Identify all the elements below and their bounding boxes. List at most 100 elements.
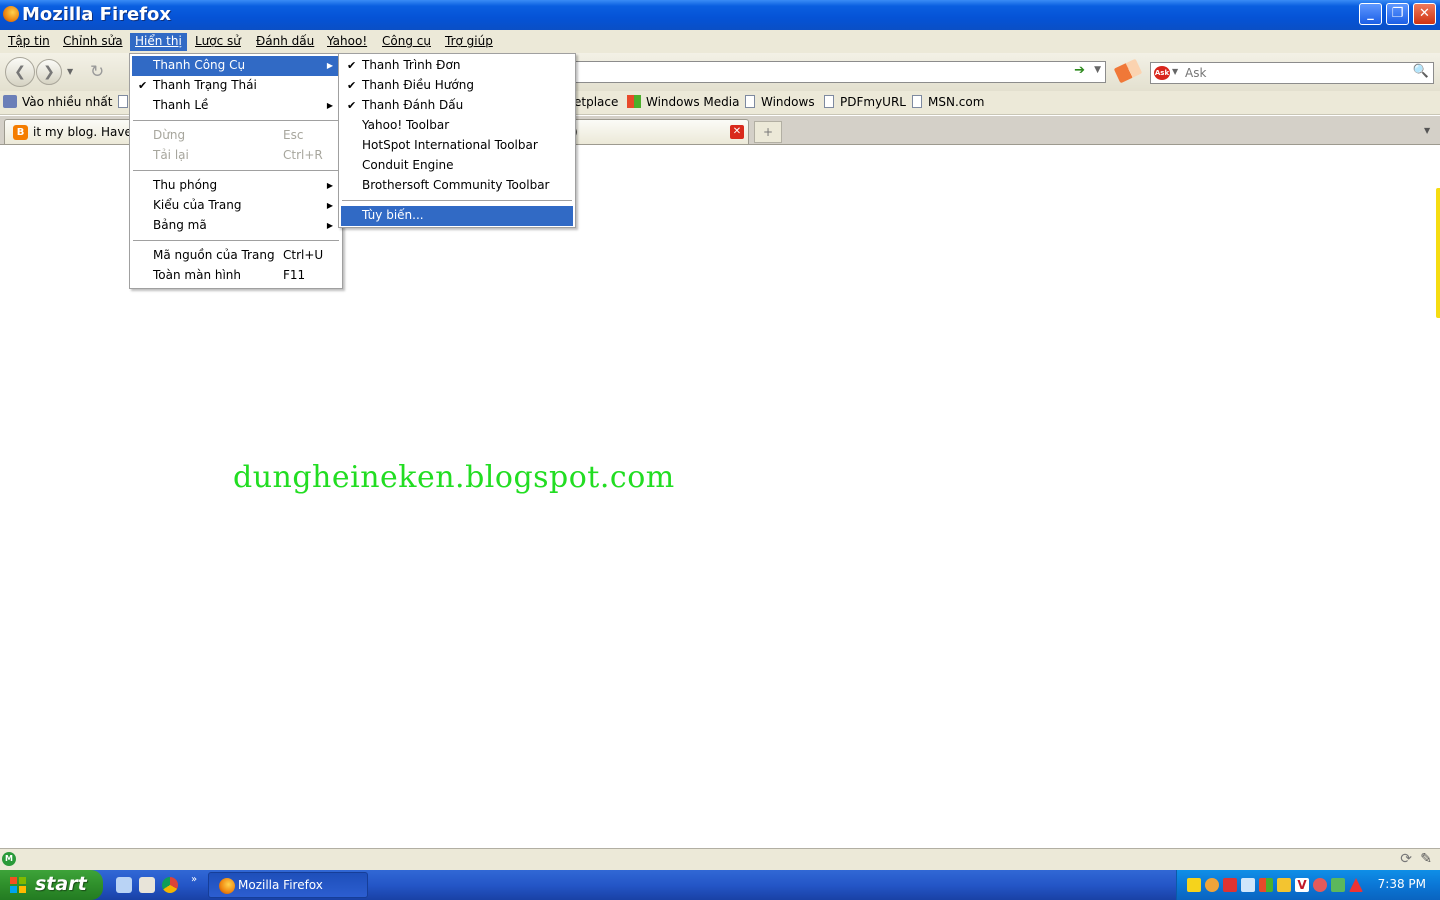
bookmark-marketplace[interactable]: etplace — [574, 95, 618, 109]
title-bar: Mozilla Firefox _ ❐ ✕ — [0, 0, 1440, 30]
separator — [133, 240, 339, 241]
go-arrow-icon[interactable]: ➔ — [1074, 63, 1085, 78]
chrome-icon[interactable] — [162, 877, 178, 893]
sync-icon[interactable]: ⟳ — [1400, 851, 1412, 867]
menu-edit[interactable]: Chỉnh sửa — [58, 33, 128, 51]
page-icon — [824, 95, 834, 108]
separator — [342, 200, 572, 201]
menu-item-stop: Dừng Esc — [153, 128, 304, 142]
tab-close-icon[interactable]: ✕ — [730, 125, 744, 139]
quick-launch-more-icon[interactable]: » — [191, 874, 197, 885]
menu-item-toolbars[interactable]: Thanh Công Cụ ▶ — [132, 56, 340, 76]
start-button[interactable]: start — [0, 870, 103, 900]
menu-item-page-source[interactable]: Mã nguồn của Trang Ctrl+U — [132, 246, 340, 266]
v-tray-icon[interactable]: V — [1295, 878, 1309, 892]
toolbars-submenu: ✔ Thanh Trình Đơn ✔ Thanh Điều Hướng ✔ Than… — [338, 53, 576, 228]
watermark-text: dungheineken.blogspot.com — [233, 460, 675, 495]
menu-file[interactable]: Tập tin — [3, 33, 55, 51]
menu-tools[interactable]: Công cụ — [377, 33, 436, 51]
security-tray-icon[interactable] — [1277, 878, 1291, 892]
windows-flag-icon — [10, 877, 27, 893]
restore-button[interactable]: ❐ — [1386, 3, 1409, 25]
menu-bookmarks[interactable]: Đánh dấu — [251, 33, 319, 51]
separator — [133, 120, 339, 121]
firefox-icon — [219, 878, 235, 894]
most-visited-icon — [3, 95, 17, 108]
search-input[interactable] — [1185, 65, 1405, 81]
submenu-arrow-icon: ▶ — [326, 221, 333, 230]
antivirus-tray-icon[interactable] — [1313, 878, 1327, 892]
submenu-arrow-icon: ▶ — [326, 61, 333, 70]
submenu-arrow-icon: ▶ — [326, 201, 333, 210]
menu-item-page-style[interactable]: Kiểu của Trang ▶ — [132, 196, 340, 216]
menu-item-brothersoft-toolbar[interactable]: Brothersoft Community Toolbar — [341, 176, 573, 196]
tab-list-dropdown-icon[interactable]: ▼ — [1424, 121, 1438, 141]
menu-item-status-bar[interactable]: ✔ Thanh Trạng Thái — [132, 76, 340, 96]
menu-item-hotspot-toolbar[interactable]: HotSpot International Toolbar — [341, 136, 573, 156]
close-button[interactable]: ✕ — [1413, 3, 1436, 25]
scroll-indicator — [1436, 188, 1440, 318]
url-dropdown-icon[interactable]: ▼ — [1094, 65, 1101, 75]
history-dropdown-icon[interactable]: ▼ — [67, 67, 73, 76]
menu-item-customize[interactable]: Tùy biến... — [341, 206, 573, 226]
system-tray: V 7:38 PM — [1176, 870, 1440, 900]
menu-history[interactable]: Lược sử — [190, 33, 246, 51]
check-icon: ✔ — [347, 79, 357, 92]
bookmark-pdfmyurl[interactable]: PDFmyURL — [824, 95, 906, 109]
check-icon: ✔ — [347, 59, 357, 72]
taskbar: start » Mozilla Firefox V 7:38 PM — [0, 870, 1440, 900]
search-icon[interactable]: 🔍 — [1413, 64, 1429, 79]
back-button[interactable]: ❮ — [5, 57, 35, 87]
engine-dropdown-icon[interactable]: ▼ — [1172, 67, 1178, 76]
minimize-button[interactable]: _ — [1359, 3, 1382, 25]
status-bar: M ⟳ ✎ — [0, 848, 1440, 870]
camera-tray-icon[interactable] — [1187, 878, 1201, 892]
menu-item-navigation-toolbar[interactable]: ✔ Thanh Điều Hướng — [341, 76, 573, 96]
menu-item-conduit-engine[interactable]: Conduit Engine — [341, 156, 573, 176]
menu-item-bookmarks-toolbar[interactable]: ✔ Thanh Đánh Dấu — [341, 96, 573, 116]
ask-engine-icon[interactable]: Ask — [1154, 66, 1170, 80]
taskbar-firefox[interactable]: Mozilla Firefox — [208, 872, 368, 898]
shield-tray-icon[interactable] — [1223, 878, 1237, 892]
status-addon-icon[interactable]: M — [2, 852, 16, 866]
drive-tray-icon[interactable] — [1241, 878, 1255, 892]
bookmark-msn[interactable]: MSN.com — [912, 95, 984, 109]
menu-item-encoding[interactable]: Bảng mã ▶ — [132, 216, 340, 236]
url-bar[interactable]: ➔ ▼ — [560, 61, 1106, 83]
window-title: Mozilla Firefox — [22, 4, 172, 25]
submenu-arrow-icon: ▶ — [326, 181, 333, 190]
update-tray-icon[interactable] — [1331, 878, 1345, 892]
page-icon — [745, 95, 755, 108]
page-icon — [912, 95, 922, 108]
network-tray-icon[interactable] — [1259, 878, 1273, 892]
submenu-arrow-icon: ▶ — [326, 101, 333, 110]
bookmark-windows-media[interactable]: Windows Media — [627, 95, 739, 109]
pen-icon[interactable]: ✎ — [1420, 851, 1432, 867]
bookmark-most-visited[interactable]: Vào nhiều nhất — [3, 95, 112, 109]
messenger-tray-icon[interactable] — [1205, 878, 1219, 892]
menu-item-reload: Tải lại Ctrl+R — [153, 148, 323, 162]
menu-help[interactable]: Trợ giúp — [440, 33, 498, 51]
reload-icon[interactable]: ↻ — [90, 62, 104, 82]
bookmark-windows[interactable]: Windows — [745, 95, 815, 109]
menu-yahoo[interactable]: Yahoo! — [322, 33, 372, 51]
show-desktop-icon[interactable] — [116, 877, 132, 893]
menu-view[interactable]: Hiển thị — [130, 33, 187, 51]
menu-item-full-screen[interactable]: Toàn màn hình F11 — [132, 266, 340, 286]
menu-item-sidebar[interactable]: Thanh Lề ▶ — [132, 96, 340, 116]
menu-bar: Tập tin Chỉnh sửa Hiển thị Lược sử Đánh … — [0, 30, 1440, 53]
firefox-icon — [3, 6, 19, 22]
clock: 7:38 PM — [1377, 877, 1426, 891]
quick-launch-icon[interactable] — [139, 877, 155, 893]
blogger-icon: B — [13, 125, 28, 140]
menu-item-zoom[interactable]: Thu phóng ▶ — [132, 176, 340, 196]
forward-button[interactable]: ❯ — [36, 59, 62, 85]
windows-logo-icon — [627, 95, 641, 108]
menu-item-yahoo-toolbar[interactable]: Yahoo! Toolbar — [341, 116, 573, 136]
alert-tray-icon[interactable] — [1349, 878, 1363, 892]
new-tab-button[interactable]: + — [754, 121, 782, 143]
eraser-icon[interactable] — [1113, 58, 1143, 84]
check-icon: ✔ — [138, 79, 148, 92]
menu-item-menu-bar[interactable]: ✔ Thanh Trình Đơn — [341, 56, 573, 76]
search-box[interactable]: Ask ▼ 🔍 — [1150, 62, 1434, 84]
